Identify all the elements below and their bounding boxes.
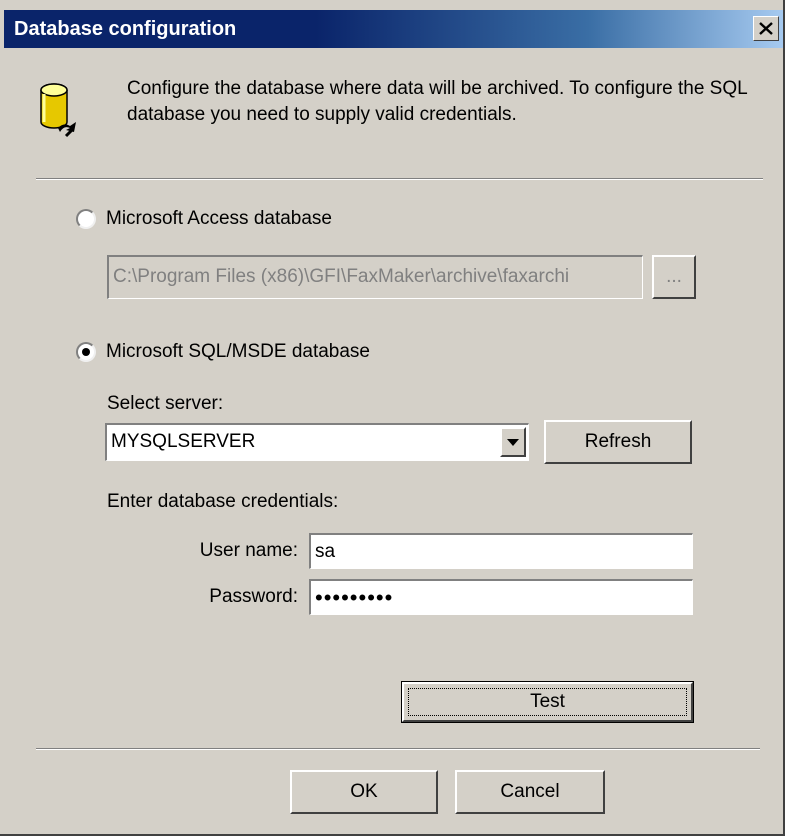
database-configuration-dialog: Database configuration Configure the dat… xyxy=(0,0,785,836)
title-bar[interactable]: Database configuration xyxy=(4,10,783,48)
access-database-option[interactable]: Microsoft Access database xyxy=(76,208,332,230)
close-button[interactable] xyxy=(753,16,779,41)
ok-button[interactable]: OK xyxy=(290,770,438,814)
credentials-label: Enter database credentials: xyxy=(107,491,339,512)
server-select-value: MYSQLSERVER xyxy=(111,431,256,452)
description-text: Configure the database where data will b… xyxy=(127,78,747,125)
refresh-button[interactable]: Refresh xyxy=(544,420,692,464)
window-title: Database configuration xyxy=(14,18,237,40)
dropdown-arrow-icon xyxy=(507,438,519,446)
bottom-separator xyxy=(36,748,760,750)
radio-selected-dot xyxy=(82,348,90,356)
access-path-field: C:\Program Files (x86)\GFI\FaxMaker\arch… xyxy=(107,255,643,299)
sql-radio-button[interactable] xyxy=(76,342,96,362)
database-icon xyxy=(40,83,76,138)
cancel-button[interactable]: Cancel xyxy=(455,770,605,814)
test-button[interactable]: Test xyxy=(401,681,694,723)
username-label: User name: xyxy=(199,540,298,561)
sql-radio-label: Microsoft SQL/MSDE database xyxy=(106,341,370,362)
focus-rectangle xyxy=(408,688,687,716)
dropdown-arrow-button[interactable] xyxy=(500,427,526,457)
browse-button: ... xyxy=(652,255,696,299)
access-radio-button[interactable] xyxy=(76,209,96,229)
password-field[interactable]: ••••••••• xyxy=(309,579,693,615)
top-separator xyxy=(36,178,763,180)
username-field[interactable]: sa xyxy=(309,533,693,569)
server-select[interactable]: MYSQLSERVER xyxy=(105,423,529,461)
select-server-label: Select server: xyxy=(107,393,224,414)
close-icon xyxy=(759,22,773,35)
password-label: Password: xyxy=(209,586,298,607)
sql-database-option[interactable]: Microsoft SQL/MSDE database xyxy=(76,341,370,363)
access-radio-label: Microsoft Access database xyxy=(106,208,332,229)
